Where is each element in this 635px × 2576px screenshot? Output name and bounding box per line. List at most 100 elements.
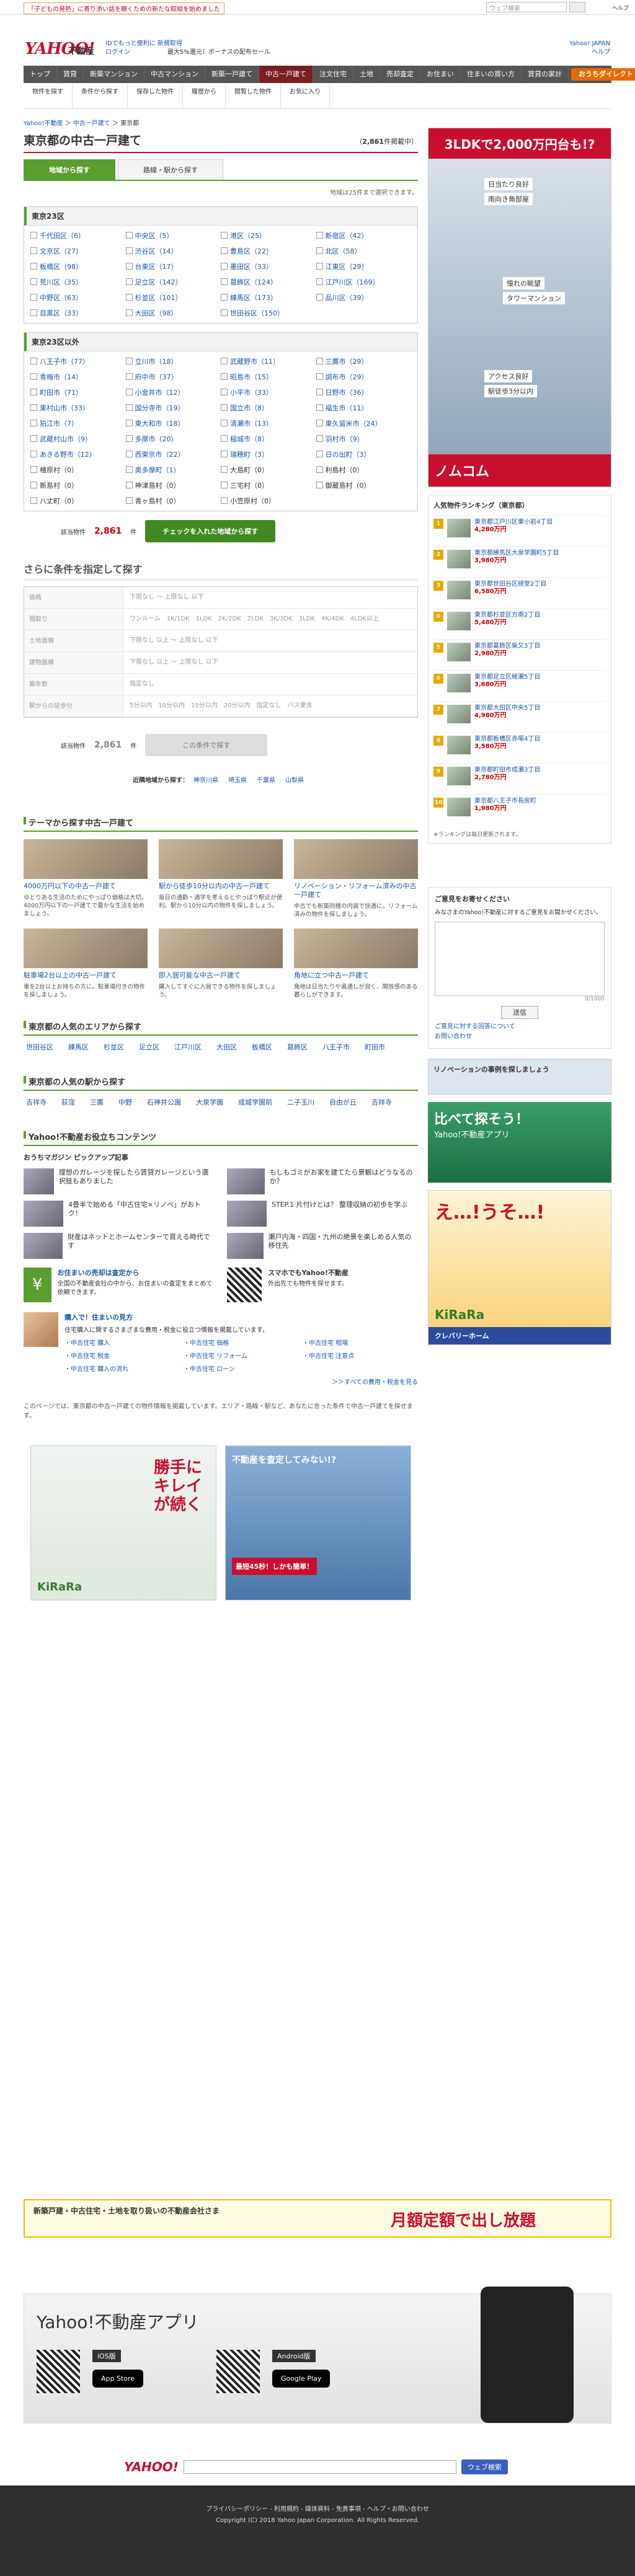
nav-item[interactable]: 賃貸: [57, 66, 84, 83]
yahoo-japan-link[interactable]: Yahoo! JAPAN: [569, 40, 610, 48]
area-checkbox[interactable]: 大田区（98）: [126, 308, 221, 318]
area-checkbox[interactable]: 青梅市（14）: [30, 372, 126, 382]
reno-ad[interactable]: リノベーションの事例を探しましょう: [428, 1059, 611, 1095]
google-play-button[interactable]: Google Play: [272, 2370, 331, 2388]
popular-link[interactable]: 葛飾区: [287, 1042, 308, 1052]
subnav-item[interactable]: 閲覧した物件: [226, 84, 281, 108]
guide-more-link[interactable]: ＞＞すべての費用・税金を見る: [64, 1377, 418, 1386]
pickup-item[interactable]: 瀬戸内海・四国・九州の絶景を楽しめる人気の移住先: [227, 1233, 418, 1259]
tab-line[interactable]: 路線・駅から探す: [118, 159, 223, 180]
area-checkbox[interactable]: 新宿区（42）: [316, 231, 412, 240]
ranking-name[interactable]: 東京都杉並区方南2丁目: [474, 612, 540, 619]
area-checkbox[interactable]: 中央区（5）: [126, 231, 221, 240]
pickup-item[interactable]: 4畳半で始める「中古住宅×リノベ」がおトク！: [24, 1201, 215, 1227]
popular-link[interactable]: 杉並区: [104, 1042, 124, 1052]
subnav-item[interactable]: 物件を探す: [24, 84, 73, 108]
search-by-conditions-button[interactable]: この条件で探す: [145, 734, 268, 756]
popular-link[interactable]: 大田区: [216, 1042, 237, 1052]
ranking-name[interactable]: 東京都八王子市長房町: [474, 798, 536, 805]
area-checkbox[interactable]: 墨田区（33）: [221, 262, 316, 271]
guide-link[interactable]: ・中古住宅 注意点: [303, 1351, 418, 1360]
notice-link[interactable]: 「子どもの発熱」に寄り添い話を聴くための新たな取組を始めました: [24, 2, 224, 14]
app-store-button[interactable]: App Store: [92, 2370, 144, 2388]
pickup-item[interactable]: もしもゴミがお家を建てたら景観はどうなるのか？: [227, 1168, 418, 1194]
area-checkbox[interactable]: 東久留米市（24）: [316, 418, 412, 428]
ranking-name[interactable]: 東京都世田谷区経堂2丁目: [474, 581, 546, 588]
area-checkbox[interactable]: 武蔵野市（11）: [221, 356, 316, 366]
nav-item[interactable]: 中古マンション: [144, 66, 205, 83]
popular-link[interactable]: 大泉学園: [196, 1097, 223, 1107]
feedback-submit-button[interactable]: 送信: [501, 1006, 538, 1019]
neighbor-link[interactable]: 山梨県: [285, 777, 304, 784]
theme-title[interactable]: 即入居可能な中古一戸建て: [159, 971, 283, 980]
area-checkbox[interactable]: 神津島村（0）: [126, 480, 221, 490]
area-checkbox[interactable]: 西東京市（22）: [126, 449, 221, 459]
popular-link[interactable]: 八王子市: [322, 1042, 350, 1052]
guide-link[interactable]: ・中古住宅 価格: [184, 1338, 299, 1347]
app-banner[interactable]: Yahoo!不動産アプリ iOS版 App Store Android版 Goo…: [24, 2287, 611, 2424]
area-checkbox[interactable]: 日野市（36）: [316, 387, 412, 397]
footer-links[interactable]: プライバシーポリシー - 利用規約 - 媒体資料 - 免責事項 - ヘルプ・お問…: [0, 2504, 635, 2515]
area-checkbox[interactable]: 町田市（71）: [30, 387, 126, 397]
breadcrumb-item[interactable]: 中古一戸建て: [73, 120, 110, 127]
area-checkbox[interactable]: 三宅村（0）: [221, 480, 316, 490]
area-checkbox[interactable]: 狛江市（7）: [30, 418, 126, 428]
area-checkbox[interactable]: 府中市（37）: [126, 372, 221, 382]
popular-link[interactable]: 町田市: [365, 1042, 385, 1052]
area-checkbox[interactable]: 稲城市（8）: [221, 434, 316, 444]
ranking-item[interactable]: 8 東京都板橋区赤塚4丁目 3,580万円: [433, 732, 606, 763]
area-checkbox[interactable]: 世田谷区（150）: [221, 308, 316, 318]
subnav-item[interactable]: 保存した物件: [128, 84, 183, 108]
condition-value[interactable]: 指定なし: [123, 674, 161, 695]
theme-title[interactable]: 駐車場2台以上の中古一戸建て: [24, 971, 148, 980]
area-checkbox[interactable]: 昭島市（15）: [221, 372, 316, 382]
nav-item[interactable]: 賃貸の家計: [522, 66, 569, 83]
popular-link[interactable]: 三鷹: [90, 1097, 104, 1107]
theme-title[interactable]: リノベーション・リフォーム済みの中古一戸建て: [294, 882, 418, 899]
theme-title[interactable]: 4000万円以下の中古一戸建て: [24, 882, 148, 891]
area-checkbox[interactable]: 多摩市（20）: [126, 434, 221, 444]
search-by-area-button[interactable]: チェックを入れた地域から探す: [145, 520, 276, 542]
web-search-button[interactable]: [569, 2, 585, 12]
footer-search-input[interactable]: [183, 2460, 456, 2474]
nav-item[interactable]: 中古一戸建て: [259, 66, 313, 83]
area-checkbox[interactable]: 立川市（18）: [126, 356, 221, 366]
pickup-item[interactable]: 理想のガレージを探したら賃貸ガレージという選択肢もありました: [24, 1168, 215, 1194]
area-checkbox[interactable]: 品川区（39）: [316, 293, 412, 302]
ranking-name[interactable]: 東京都大田区中央5丁目: [474, 705, 540, 712]
ranking-item[interactable]: 2 東京都練馬区大泉学園町5丁目 3,980万円: [433, 546, 606, 577]
ranking-item[interactable]: 4 東京都杉並区方南2丁目 5,480万円: [433, 608, 606, 639]
subnav-item[interactable]: 条件から探す: [73, 84, 128, 108]
nav-item[interactable]: 売却査定: [380, 66, 420, 83]
theme-title[interactable]: 駅から徒歩10分以内の中古一戸建て: [159, 882, 283, 891]
guide-link[interactable]: ・中古住宅 リフォーム: [184, 1351, 299, 1360]
help-link-2[interactable]: ヘルプ: [569, 48, 610, 57]
area-checkbox[interactable]: 千代田区（6）: [30, 231, 126, 240]
pickup-title[interactable]: 理想のガレージを探したら賃貸ガレージという選択肢もありました: [59, 1168, 215, 1194]
area-checkbox[interactable]: 八王子市（77）: [30, 356, 126, 366]
theme-card[interactable]: リノベーション・リフォーム済みの中古一戸建て 中古でも新築同様の内装で快適に。リフ…: [294, 839, 418, 919]
area-checkbox[interactable]: 瑞穂町（3）: [221, 449, 316, 459]
area-checkbox[interactable]: 清瀬市（13）: [221, 418, 316, 428]
area-checkbox[interactable]: 檜原村（0）: [30, 465, 126, 475]
guide-link[interactable]: ・中古住宅 相場: [303, 1338, 418, 1347]
id-text[interactable]: IDでもっと便利に 新規取得: [105, 40, 182, 48]
area-checkbox[interactable]: 調布市（29）: [316, 372, 412, 382]
ranking-name[interactable]: 東京都町田市成瀬3丁目: [474, 767, 540, 774]
direct-button[interactable]: おうちダイレクト: [571, 68, 635, 81]
theme-card[interactable]: 角地に立つ中古一戸建て 角地は日当たりや風通しが良く、開放感のある暮らしができます…: [294, 929, 418, 999]
pickup-title[interactable]: 瀬戸内海・四国・九州の絶景を楽しめる人気の移住先: [269, 1233, 418, 1259]
popular-link[interactable]: 石神井公園: [147, 1097, 181, 1107]
ranking-name[interactable]: 東京都葛飾区柴又3丁目: [474, 643, 540, 650]
area-checkbox[interactable]: 荒川区（35）: [30, 277, 126, 287]
feedback-textarea[interactable]: [435, 922, 605, 996]
feedback-link[interactable]: ご意見に対する回答について: [435, 1022, 605, 1032]
area-checkbox[interactable]: 板橋区（98）: [30, 262, 126, 271]
area-checkbox[interactable]: 八丈町（0）: [30, 496, 126, 506]
popular-link[interactable]: 江戸川区: [174, 1042, 202, 1052]
nav-item[interactable]: 新築一戸建て: [205, 66, 259, 83]
popular-link[interactable]: 二子玉川: [287, 1097, 314, 1107]
condition-value[interactable]: 下限なし 〜 上限なし 以下: [123, 587, 210, 608]
popular-link[interactable]: 足立区: [139, 1042, 159, 1052]
guide-link[interactable]: ・中古住宅 ローン: [184, 1364, 299, 1373]
